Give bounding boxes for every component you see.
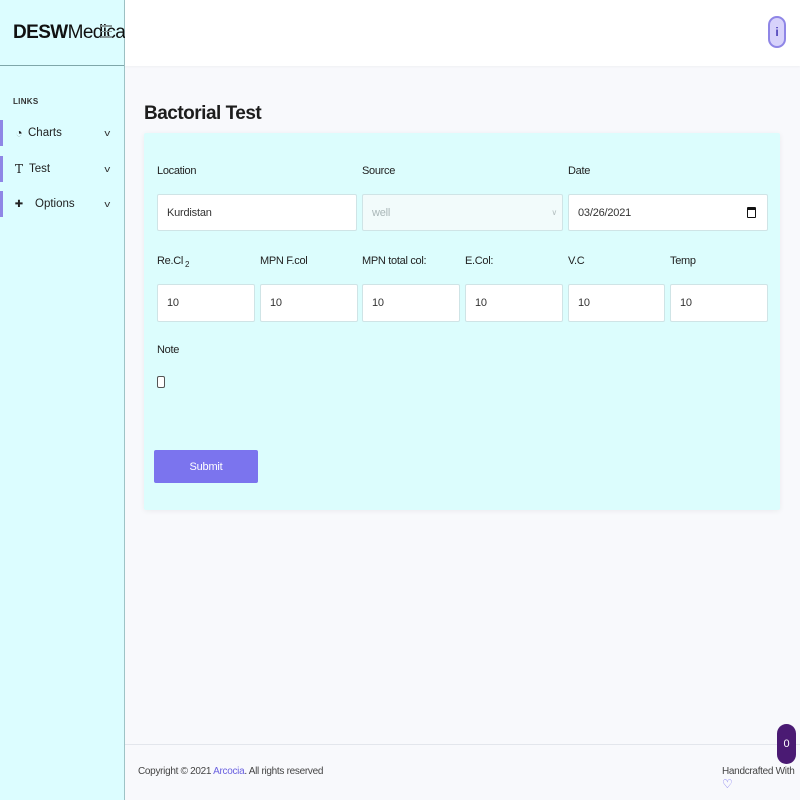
mpn-fcol-input[interactable]: 10 <box>260 284 358 322</box>
vc-input[interactable]: 10 <box>568 284 665 322</box>
mpn-fcol-label: MPN F.col <box>260 255 308 267</box>
chevron-down-icon: v <box>104 164 111 174</box>
submit-button[interactable]: Submit <box>154 450 258 483</box>
hamburger-menu-icon[interactable] <box>101 25 112 39</box>
temp-input[interactable]: 10 <box>670 284 768 322</box>
mpn-total-col-label: MPN total col: <box>362 255 427 267</box>
date-input[interactable]: 03/26/2021 <box>568 194 768 231</box>
heart-icon: ♡ <box>722 777 733 791</box>
recl-label: Re.Cl 2 <box>157 255 190 270</box>
ecol-input[interactable]: 10 <box>465 284 563 322</box>
chevron-down-icon: ∨ <box>551 208 557 217</box>
copyright-text: Copyright © 2021 Arcocia. All rights res… <box>138 766 324 777</box>
topbar <box>125 0 800 66</box>
sidebar: DESWMedical LINKS ◔ Charts v T Test v ✚ … <box>0 0 129 800</box>
notification-badge[interactable]: 0 <box>777 724 796 764</box>
mpn-total-col-input[interactable]: 10 <box>362 284 460 322</box>
source-select[interactable]: well ∨ <box>362 194 563 231</box>
page-title: Bactorial Test <box>144 103 262 124</box>
temp-label: Temp <box>670 255 696 267</box>
sidebar-item-label: Charts <box>28 127 62 139</box>
recl-input[interactable]: 10 <box>157 284 255 322</box>
sidebar-item-options[interactable]: ✚ Options v <box>0 191 124 217</box>
calendar-icon[interactable] <box>747 207 756 218</box>
date-value: 03/26/2021 <box>578 206 632 219</box>
sidebar-item-label: Options <box>35 198 75 210</box>
type-icon: T <box>14 162 23 176</box>
ecol-label: E.Col: <box>465 255 494 267</box>
sidebar-item-label: Test <box>29 163 51 175</box>
note-label: Note <box>157 344 180 356</box>
date-label: Date <box>568 165 591 177</box>
source-label: Source <box>362 165 396 177</box>
user-avatar-icon[interactable]: i <box>768 16 786 48</box>
handcrafted-text: Handcrafted With ♡ <box>722 766 795 791</box>
brand: DESWMedical <box>0 0 129 66</box>
copyright-link[interactable]: Arcocia <box>213 766 245 777</box>
pie-chart-icon: ◔ <box>15 126 23 140</box>
sidebar-section-label: LINKS <box>13 97 39 106</box>
sidebar-item-charts[interactable]: ◔ Charts v <box>0 120 124 146</box>
plus-circle-icon: ✚ <box>14 198 24 210</box>
sidebar-item-test[interactable]: T Test v <box>0 156 124 182</box>
chevron-down-icon: v <box>104 128 111 138</box>
chevron-down-icon: v <box>104 199 111 209</box>
note-checkbox[interactable] <box>157 376 165 388</box>
vc-label: V.C <box>568 255 585 267</box>
location-input[interactable]: Kurdistan <box>157 194 357 231</box>
location-label: Location <box>157 165 197 177</box>
source-select-value: well <box>372 206 391 219</box>
